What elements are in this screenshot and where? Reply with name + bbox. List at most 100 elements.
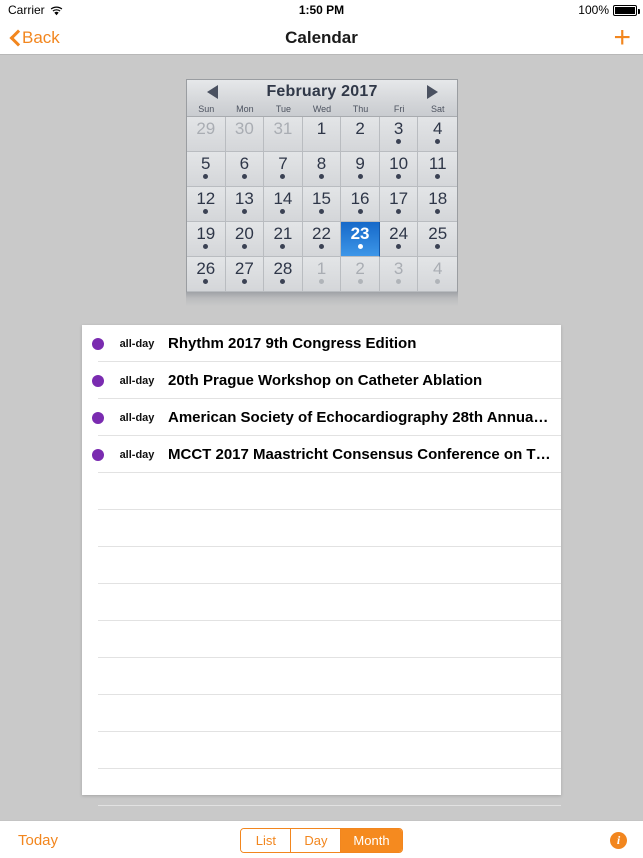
empty-event-row[interactable] bbox=[82, 547, 561, 584]
calendar-day-cell[interactable]: 4 bbox=[418, 117, 457, 152]
calendar-day-cell-selected[interactable]: 23 bbox=[341, 222, 380, 257]
triangle-left-icon bbox=[206, 84, 218, 99]
event-calendar-color-dot bbox=[92, 337, 104, 350]
event-indicator-dot bbox=[396, 209, 402, 214]
event-indicator-dot bbox=[357, 209, 363, 214]
event-indicator-dot bbox=[435, 279, 441, 284]
calendar-day-cell[interactable]: 9 bbox=[341, 152, 380, 187]
event-indicator-dot bbox=[357, 174, 363, 179]
event-indicator-dot bbox=[435, 174, 441, 179]
calendar-day-number: 2 bbox=[355, 119, 365, 138]
calendar-day-cell[interactable]: 31 bbox=[264, 117, 303, 152]
next-month-button[interactable] bbox=[421, 84, 443, 99]
calendar-day-cell[interactable]: 2 bbox=[341, 117, 380, 152]
calendar-day-number: 24 bbox=[389, 224, 409, 243]
weekday-label-sun: Sun bbox=[198, 104, 215, 114]
event-row[interactable]: all-day Rhythm 2017 9th Congress Edition bbox=[82, 325, 561, 362]
calendar-day-cell[interactable]: 14 bbox=[264, 187, 303, 222]
event-indicator-dot bbox=[280, 174, 286, 179]
event-indicator-dot bbox=[203, 244, 209, 249]
calendar-day-cell[interactable]: 3 bbox=[379, 117, 419, 152]
event-indicator-dot bbox=[396, 139, 402, 144]
event-title: American Society of Echocardiography 28t… bbox=[168, 409, 553, 426]
calendar-day-cell[interactable]: 6 bbox=[225, 152, 265, 187]
weekday-header-row: Sun Mon Tue Wed Thu Fri Sat bbox=[187, 103, 457, 117]
calendar-day-cell[interactable]: 22 bbox=[302, 222, 342, 257]
calendar-day-cell[interactable]: 25 bbox=[418, 222, 457, 257]
calendar-day-cell[interactable]: 17 bbox=[379, 187, 419, 222]
empty-event-row[interactable] bbox=[82, 621, 561, 658]
calendar-day-number: 5 bbox=[201, 154, 211, 173]
event-indicator-dot bbox=[241, 209, 247, 214]
event-indicator-dot bbox=[241, 174, 247, 179]
empty-event-row[interactable] bbox=[82, 769, 561, 806]
event-row[interactable]: all-day MCCT 2017 Maastricht Consensus Co… bbox=[82, 436, 561, 473]
calendar-day-cell[interactable]: 26 bbox=[187, 257, 226, 292]
empty-event-row[interactable] bbox=[82, 695, 561, 732]
calendar-day-cell[interactable]: 13 bbox=[225, 187, 265, 222]
event-indicator-dot bbox=[357, 279, 363, 284]
event-time-label: all-day bbox=[119, 448, 155, 461]
empty-event-row[interactable] bbox=[82, 658, 561, 695]
info-button[interactable]: i bbox=[610, 821, 627, 858]
calendar-day-cell[interactable]: 16 bbox=[341, 187, 380, 222]
view-mode-segment-list[interactable]: List bbox=[241, 828, 292, 852]
event-indicator-dot bbox=[280, 209, 286, 214]
calendar-day-cell[interactable]: 27 bbox=[225, 257, 265, 292]
empty-event-row[interactable] bbox=[82, 732, 561, 769]
battery-percent-label: 100% bbox=[578, 3, 609, 17]
calendar-day-number: 3 bbox=[393, 119, 404, 138]
calendar-day-cell[interactable]: 3 bbox=[379, 257, 419, 292]
calendar-day-cell[interactable]: 1 bbox=[302, 117, 342, 152]
plus-icon: + bbox=[613, 20, 631, 54]
calendar-day-number: 15 bbox=[312, 189, 331, 208]
calendar-day-cell[interactable]: 21 bbox=[264, 222, 303, 257]
calendar-day-cell[interactable]: 8 bbox=[302, 152, 342, 187]
calendar-day-cell[interactable]: 29 bbox=[187, 117, 226, 152]
empty-event-row[interactable] bbox=[82, 473, 561, 510]
triangle-right-icon bbox=[426, 84, 438, 99]
calendar-day-cell[interactable]: 5 bbox=[187, 152, 226, 187]
status-bar-right: 100% bbox=[578, 3, 640, 17]
calendar-day-number: 28 bbox=[273, 259, 293, 278]
calendar-day-cell[interactable]: 28 bbox=[264, 257, 303, 292]
calendar-day-cell[interactable]: 7 bbox=[264, 152, 303, 187]
calendar-day-cell[interactable]: 11 bbox=[418, 152, 457, 187]
view-mode-segment-day[interactable]: Day bbox=[291, 828, 342, 852]
calendar-day-number: 3 bbox=[393, 259, 404, 278]
empty-event-row[interactable] bbox=[82, 510, 561, 547]
event-indicator-dot bbox=[435, 209, 441, 214]
event-row[interactable]: all-day American Society of Echocardiogra… bbox=[82, 399, 561, 436]
empty-event-row[interactable] bbox=[82, 584, 561, 621]
calendar-day-cell[interactable]: 24 bbox=[379, 222, 419, 257]
calendar-day-cell[interactable]: 19 bbox=[187, 222, 226, 257]
row-separator bbox=[98, 805, 561, 806]
view-mode-segmented-control: List Day Month bbox=[240, 827, 403, 853]
calendar-day-number: 8 bbox=[316, 154, 327, 173]
calendar-month-label: February 2017 bbox=[266, 82, 378, 100]
calendar-day-cell[interactable]: 15 bbox=[302, 187, 342, 222]
calendar-day-cell[interactable]: 1 bbox=[302, 257, 342, 292]
previous-month-button[interactable] bbox=[201, 84, 223, 99]
calendar-day-cell[interactable]: 20 bbox=[225, 222, 265, 257]
weekday-label-mon: Mon bbox=[236, 104, 254, 114]
month-calendar: February 2017 Sun Mon Tue Wed Thu Fri Sat 29 30… bbox=[186, 79, 458, 306]
event-time-label: all-day bbox=[119, 411, 155, 424]
calendar-day-number: 4 bbox=[432, 119, 443, 138]
event-indicator-dot bbox=[396, 279, 402, 284]
calendar-day-cell[interactable]: 10 bbox=[379, 152, 419, 187]
event-row[interactable]: all-day 20th Prague Workshop on Catheter … bbox=[82, 362, 561, 399]
event-indicator-dot bbox=[203, 279, 209, 284]
event-calendar-color-dot bbox=[92, 411, 104, 424]
calendar-day-cell[interactable]: 4 bbox=[418, 257, 457, 292]
event-time-label: all-day bbox=[119, 374, 155, 387]
view-mode-segment-month[interactable]: Month bbox=[341, 828, 402, 852]
calendar-day-cell[interactable]: 18 bbox=[418, 187, 457, 222]
calendar-day-cell[interactable]: 30 bbox=[225, 117, 265, 152]
calendar-day-cell[interactable]: 2 bbox=[341, 257, 380, 292]
calendar-day-number: 30 bbox=[234, 119, 254, 138]
event-indicator-dot bbox=[280, 279, 286, 284]
calendar-day-cell[interactable]: 12 bbox=[187, 187, 226, 222]
add-event-button[interactable]: + bbox=[613, 20, 631, 55]
info-circle-icon: i bbox=[610, 831, 627, 849]
